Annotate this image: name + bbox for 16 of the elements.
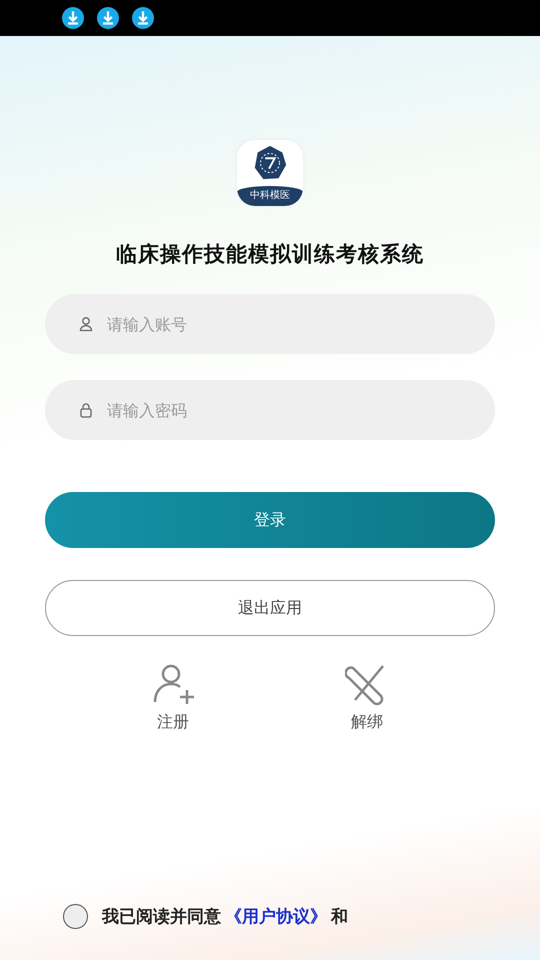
download-icon [97, 7, 119, 29]
input-field[interactable]: 请输入密码 [45, 380, 495, 440]
action-button[interactable]: 解绑 [345, 662, 389, 733]
user-agreement-link[interactable]: 《用户协议》 [225, 905, 327, 928]
exit-button[interactable]: 退出应用 [45, 580, 495, 636]
login-button[interactable]: 登录 [45, 492, 495, 548]
download-icon [132, 7, 154, 29]
agreement-text: 和 [331, 906, 348, 928]
input-field[interactable]: 请输入账号 [45, 294, 495, 354]
logo-text: 中科模医 [237, 186, 303, 206]
agree-checkbox[interactable] [63, 904, 88, 929]
agreement-text: 我已阅读并同意 [102, 906, 221, 928]
action-button[interactable]: 注册 [151, 662, 195, 733]
download-icon [62, 7, 84, 29]
app-title: 临床操作技能模拟训练考核系统 [116, 241, 424, 268]
add-user-icon [151, 662, 195, 706]
